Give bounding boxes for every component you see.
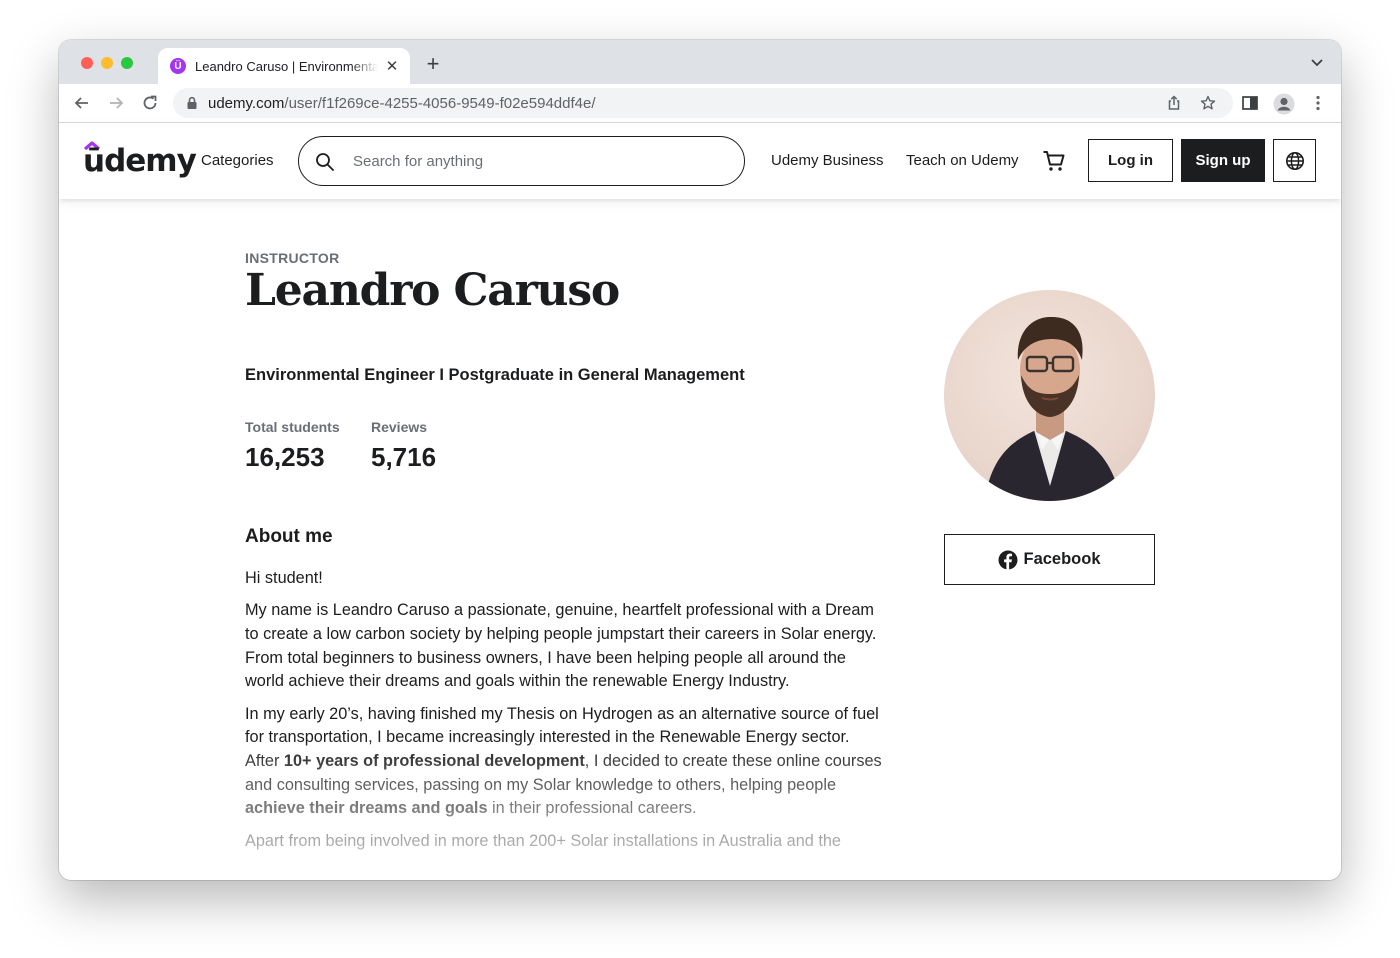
bio-paragraph: In my early 20’s, having finished my The…	[245, 703, 885, 822]
globe-icon	[1285, 151, 1304, 170]
facebook-button[interactable]: Facebook	[944, 534, 1155, 585]
stat-label: Total students	[245, 419, 340, 435]
reload-icon[interactable]	[140, 93, 160, 113]
minimize-window-button[interactable]	[101, 57, 113, 69]
lock-icon	[187, 96, 197, 109]
profile-avatar-icon[interactable]	[1273, 93, 1295, 115]
about-text: Hi student! My name is Leandro Caruso a …	[245, 567, 885, 862]
signup-button[interactable]: Sign up	[1181, 139, 1265, 182]
logo-text: ūdemy	[83, 143, 197, 179]
address-bar[interactable]: udemy.com/user/f1f269ce-4255-4056-9549-f…	[173, 88, 1233, 118]
search-input[interactable]	[353, 138, 733, 184]
forward-icon[interactable]	[106, 93, 126, 113]
udemy-business-link[interactable]: Udemy Business	[771, 152, 884, 169]
language-button[interactable]	[1273, 139, 1316, 182]
stat-label: Reviews	[371, 419, 428, 435]
url-path: /user/f1f269ce-4255-4056-9549-f02e594ddf…	[284, 95, 596, 112]
close-tab-icon[interactable]: ✕	[384, 57, 400, 75]
new-tab-icon[interactable]: +	[423, 52, 443, 76]
stat-value: 5,716	[371, 442, 437, 472]
browser-toolbar: udemy.com/user/f1f269ce-4255-4056-9549-f…	[59, 84, 1341, 123]
site-header: ūdemy Categories Udemy Business Teach on…	[59, 123, 1341, 199]
url-text: udemy.com/user/f1f269ce-4255-4056-9549-f…	[208, 95, 596, 112]
about-heading: About me	[245, 526, 333, 547]
categories-link[interactable]: Categories	[201, 152, 274, 169]
instructor-photo	[944, 290, 1155, 501]
chevron-down-icon[interactable]	[1309, 54, 1325, 70]
more-menu-icon[interactable]	[1309, 94, 1327, 112]
browser-window: Ü Leandro Caruso | Environmental Enginee…	[59, 40, 1341, 880]
cart-icon[interactable]	[1042, 149, 1066, 173]
bio-bold-text: achieve their dreams and goals	[245, 799, 488, 818]
search-icon[interactable]	[315, 152, 335, 172]
teach-on-udemy-link[interactable]: Teach on Udemy	[906, 152, 1019, 169]
instructor-portrait-image	[984, 316, 1122, 501]
tab-strip: Ü Leandro Caruso | Environmental Enginee…	[59, 40, 1341, 84]
instructor-name: Leandro Caruso	[245, 265, 620, 316]
instructor-label: INSTRUCTOR	[245, 250, 340, 266]
reviews-stat: Reviews 5,716	[371, 419, 436, 473]
bio-text: in their professional careers.	[487, 799, 697, 818]
tab-title: Leandro Caruso | Environmental Engineer	[195, 58, 379, 74]
browser-tab[interactable]: Ü Leandro Caruso | Environmental Enginee…	[158, 48, 410, 84]
facebook-label: Facebook	[1023, 550, 1101, 568]
bookmark-star-icon[interactable]	[1200, 95, 1216, 111]
side-panel-icon[interactable]	[1241, 94, 1259, 112]
bio-paragraph: Apart from being involved in more than 2…	[245, 831, 841, 850]
maximize-window-button[interactable]	[121, 57, 133, 69]
facebook-icon	[998, 550, 1018, 570]
profile-page: INSTRUCTOR Leandro Caruso Environmental …	[59, 199, 1341, 880]
bio-bold-text: 10+ years of professional development	[283, 751, 585, 770]
url-host: udemy.com	[208, 95, 285, 112]
udemy-favicon-icon: Ü	[170, 58, 186, 74]
login-button[interactable]: Log in	[1088, 139, 1173, 182]
close-window-button[interactable]	[81, 57, 93, 69]
instructor-headline: Environmental Engineer I Postgraduate in…	[245, 366, 745, 384]
bio-paragraph: My name is Leandro Caruso a passionate, …	[245, 601, 877, 691]
back-icon[interactable]	[72, 93, 92, 113]
bio-paragraph: Hi student!	[245, 569, 323, 587]
search-bar[interactable]	[298, 136, 745, 186]
stat-value: 16,253	[245, 442, 325, 472]
total-students-stat: Total students 16,253	[245, 419, 340, 473]
share-icon[interactable]	[1166, 95, 1182, 111]
